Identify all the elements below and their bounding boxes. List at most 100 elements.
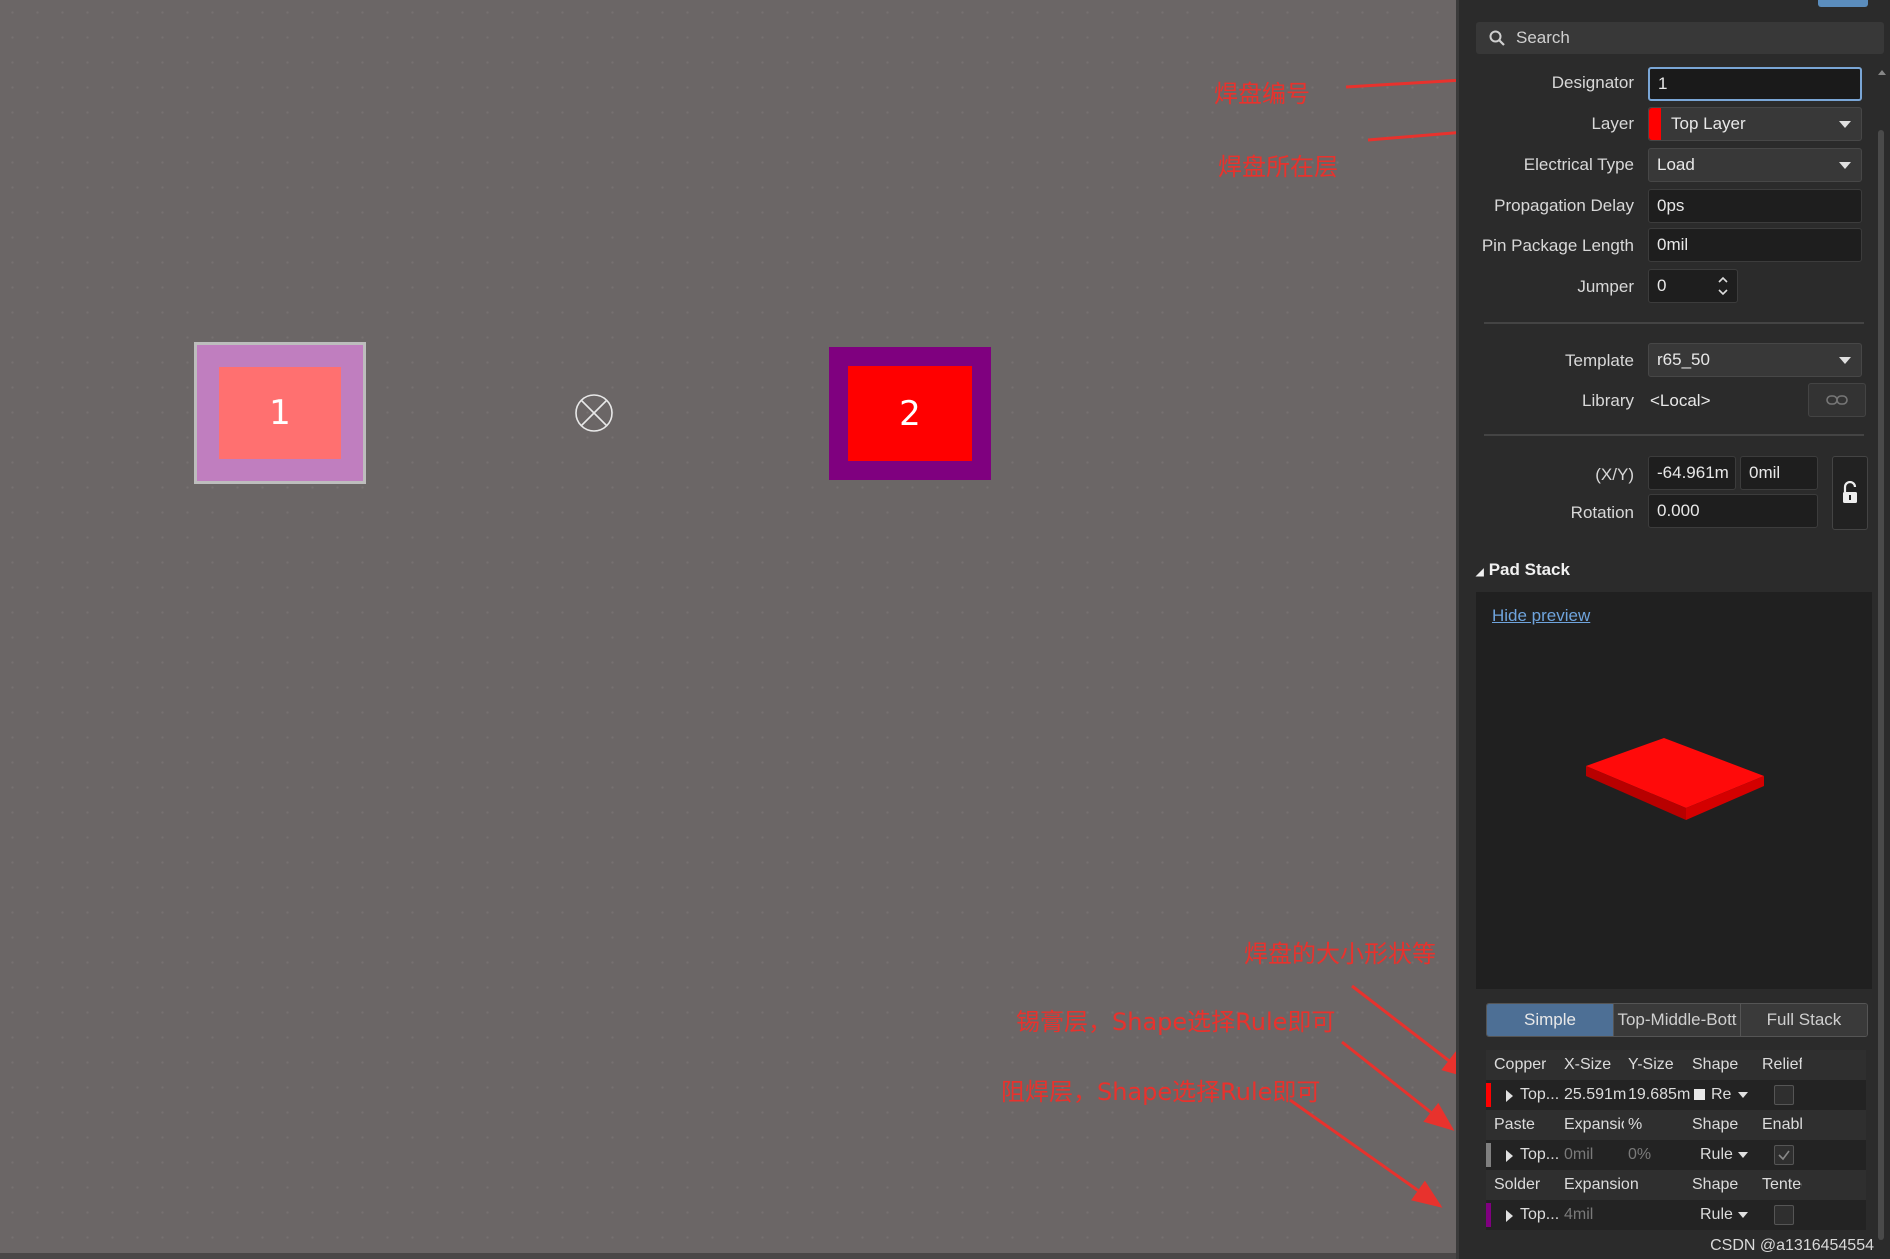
relief-checkbox[interactable] [1774,1085,1794,1105]
collapse-triangle-icon: ◢ [1476,567,1484,578]
pad-2-label: 2 [899,393,921,434]
x-field[interactable]: -64.961m [1648,456,1736,490]
library-value: <Local> [1650,391,1711,410]
jumper-stepper[interactable]: 0 [1648,269,1738,303]
annotation-designator: 焊盘编号 [1214,80,1310,108]
panel-splitter[interactable] [1456,0,1459,1259]
paste-expansion-value[interactable]: 0mil [1564,1146,1593,1164]
layer-value: Top Layer [1671,114,1746,133]
pin-package-length-field[interactable]: 0mil [1648,228,1862,262]
search-input[interactable]: Search [1476,22,1884,54]
solder-header-row: Solder Expansion Shape Tented [1486,1170,1866,1200]
y-size-value[interactable]: 19.685m [1628,1086,1690,1104]
pcb-canvas[interactable]: 1 2 焊盘编号 焊盘所在层 焊盘的大小形状等 锡膏层，Shape选择Rule即… [0,0,1456,1259]
search-icon [1489,30,1505,46]
paste-header-row: Paste Expansion % Shape Enable [1486,1110,1866,1140]
propagation-delay-value: 0ps [1657,196,1685,215]
solder-color-swatch [1486,1203,1491,1227]
paste-row[interactable]: Top... 0mil 0% Rule [1486,1140,1866,1170]
tented-header: Tented [1762,1176,1802,1193]
panel-top-button[interactable] [1818,0,1868,7]
lock-button[interactable] [1832,456,1868,530]
y-value: 0mil [1749,463,1781,482]
pad-2[interactable]: 2 [829,347,991,480]
relief-header: Relief [1762,1056,1802,1073]
y-size-header: Y-Size [1628,1056,1674,1073]
expand-triangle-icon[interactable] [1506,1210,1513,1222]
rotation-value: 0.000 [1657,501,1700,520]
tented-checkbox[interactable] [1774,1205,1794,1225]
shape-header: Shape [1692,1056,1739,1073]
propagation-delay-field[interactable]: 0ps [1648,189,1862,223]
chevron-down-icon [1738,1152,1748,1158]
tab-simple[interactable]: Simple [1487,1004,1614,1036]
chevron-down-icon [1839,121,1851,128]
unlock-icon [1843,481,1857,503]
properties-panel: Search Designator 1 Layer Top Layer Elec… [1456,0,1890,1259]
tab-top-middle-bottom[interactable]: Top-Middle-Bott [1614,1004,1741,1036]
template-dropdown[interactable]: r65_50 [1648,343,1862,377]
enable-header: Enable [1762,1116,1802,1133]
copper-layer: Top... [1520,1086,1560,1103]
percent-header: % [1628,1116,1643,1133]
pad-1[interactable]: 1 [194,342,366,484]
copper-shape-value: Re [1711,1086,1732,1103]
pin-package-length-label: Pin Package Length [1481,236,1634,255]
electrical-type-value: Load [1657,155,1695,174]
layer-dropdown[interactable]: Top Layer [1648,107,1862,141]
solder-expansion-header: Expansion [1564,1176,1639,1193]
layer-label: Layer [1591,114,1634,133]
watermark: CSDN @a1316454554 [1710,1237,1874,1254]
link-button[interactable] [1808,383,1866,417]
link-icon [1826,395,1848,405]
scroll-up-icon[interactable] [1877,68,1887,76]
electrical-type-dropdown[interactable]: Load [1648,148,1862,182]
jumper-label: Jumper [1577,277,1634,296]
annotation-layer: 焊盘所在层 [1218,153,1338,181]
annotation-size: 焊盘的大小形状等 [1244,940,1436,968]
expand-triangle-icon[interactable] [1506,1150,1513,1162]
panel-scrollbar[interactable] [1878,130,1884,1240]
rotation-field[interactable]: 0.000 [1648,494,1818,528]
pad-2-copper: 2 [848,366,972,461]
paste-percent-value[interactable]: 0% [1628,1146,1651,1164]
chevron-down-icon [1839,357,1851,364]
copper-shape-dropdown[interactable]: Re [1694,1086,1731,1104]
designator-field[interactable]: 1 [1648,67,1862,101]
divider [1484,434,1864,436]
copper-row[interactable]: Top... 25.591m 19.685m Re [1486,1080,1866,1110]
layer-color-swatch [1649,108,1661,140]
pad-3d-preview [1586,738,1764,820]
paste-color-swatch [1486,1143,1491,1167]
x-size-value[interactable]: 25.591m [1564,1086,1626,1104]
pad-1-copper: 1 [219,367,341,459]
pin-package-length-value: 0mil [1657,235,1689,254]
solder-layer: Top... [1520,1206,1560,1223]
paste-shape-dropdown[interactable]: Rule [1700,1146,1733,1164]
jumper-value: 0 [1657,276,1667,295]
enable-checkbox[interactable] [1774,1145,1794,1165]
paste-expansion-header: Expansion [1564,1116,1624,1133]
pad-1-label: 1 [269,393,291,433]
x-value: -64.961m [1657,463,1729,482]
hide-preview-link[interactable]: Hide preview [1492,606,1590,626]
tab-full-stack[interactable]: Full Stack [1741,1004,1867,1036]
solder-row[interactable]: Top... 4mil Rule [1486,1200,1866,1230]
pad-stack-title: Pad Stack [1488,560,1570,579]
origin-marker-icon [575,394,613,432]
chevron-down-icon [1738,1212,1748,1218]
solder-shape-header: Shape [1692,1176,1739,1193]
library-label: Library [1582,391,1634,410]
pad-stack-mode-tabs: Simple Top-Middle-Bott Full Stack [1486,1003,1868,1037]
stepper-arrows-icon[interactable] [1717,275,1729,297]
solder-expansion-value[interactable]: 4mil [1564,1206,1593,1224]
paste-header: Paste [1494,1116,1535,1133]
chevron-down-icon [1738,1092,1748,1098]
pad-stack-header[interactable]: ◢ Pad Stack [1476,560,1570,580]
template-value: r65_50 [1657,350,1710,369]
expand-triangle-icon[interactable] [1506,1090,1513,1102]
y-field[interactable]: 0mil [1740,456,1818,490]
solder-shape-dropdown[interactable]: Rule [1700,1206,1733,1224]
designator-label: Designator [1551,73,1634,92]
checkmark-icon [1778,1150,1790,1161]
